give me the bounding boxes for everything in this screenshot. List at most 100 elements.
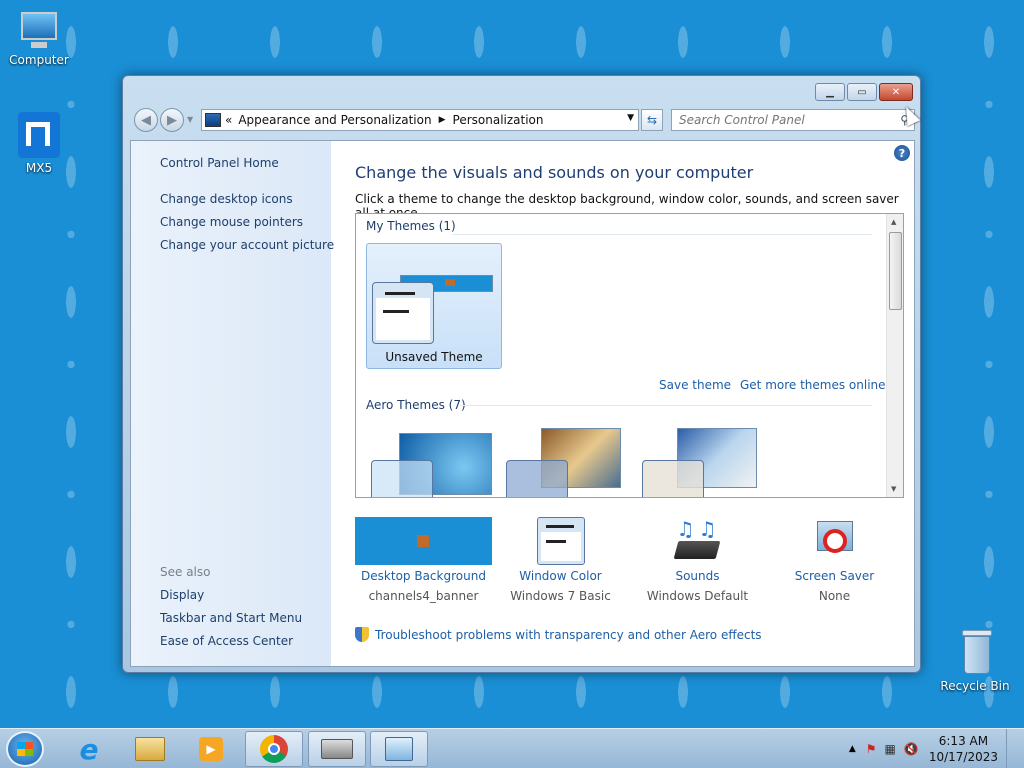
windows-logo-icon (17, 742, 33, 756)
taskbar-start-menu-link[interactable]: Taskbar and Start Menu (160, 611, 302, 625)
taskbar: e ▶ ▲ ⚑ ▦ 🔇 6:13 AM 10/17/2023 (0, 728, 1024, 768)
scroll-thumb[interactable] (889, 232, 902, 310)
address-bar[interactable]: « Appearance and Personalization ▶ Perso… (201, 109, 639, 131)
aero-theme-windows7-tile[interactable] (366, 422, 502, 497)
content-area: Control Panel Home Change desktop icons … (130, 140, 915, 667)
theme-window-preview (372, 282, 434, 344)
change-account-picture-link[interactable]: Change your account picture (160, 238, 334, 252)
aero-themes-label: Aero Themes (7) (366, 398, 466, 412)
close-icon: ✕ (891, 86, 901, 98)
desktop-icon-mx5[interactable]: MX5 (1, 112, 77, 175)
breadcrumb-personalization[interactable]: Personalization (453, 113, 544, 127)
personalization-window: ▁ ▭ ✕ ◀ ▶ ▼ « Appearance and Personaliza… (122, 75, 921, 673)
desktop-background-value: channels4_banner (368, 589, 479, 603)
window-color-label[interactable]: Window Color (492, 569, 629, 583)
recycle-bin-icon (958, 630, 992, 676)
desktop-background-item[interactable]: Desktop Background channels4_banner (355, 517, 492, 603)
clock[interactable]: 6:13 AM 10/17/2023 (929, 733, 998, 765)
desktop-icon-label: MX5 (25, 161, 53, 175)
start-button[interactable] (6, 731, 44, 767)
screen-saver-value: None (818, 589, 851, 603)
internet-explorer-icon: e (79, 732, 99, 766)
folder-icon (135, 737, 165, 761)
aero-theme-characters-tile[interactable] (637, 422, 773, 497)
troubleshoot-link[interactable]: Troubleshoot problems with transparency … (355, 627, 762, 642)
search-box[interactable]: ⚲ (671, 109, 915, 131)
action-center-icon[interactable]: ⚑ (866, 742, 877, 756)
sounds-icon: ♫ ♫ (673, 517, 723, 565)
display-link[interactable]: Display (160, 588, 204, 602)
show-desktop-button[interactable] (1006, 729, 1018, 768)
group-divider (452, 234, 872, 235)
control-panel-home-link[interactable]: Control Panel Home (160, 156, 279, 170)
arrow-right-icon: ▶ (167, 112, 177, 128)
arrow-left-icon: ◀ (141, 112, 151, 128)
sounds-label[interactable]: Sounds (629, 569, 766, 583)
theme-window-preview (371, 460, 433, 497)
ease-of-access-link[interactable]: Ease of Access Center (160, 634, 293, 648)
unsaved-theme-tile[interactable]: Unsaved Theme (366, 243, 502, 369)
computer-icon (17, 10, 61, 50)
control-panel-icon (385, 737, 413, 761)
change-desktop-icons-link[interactable]: Change desktop icons (160, 192, 293, 206)
breadcrumb-appearance[interactable]: Appearance and Personalization (238, 113, 431, 127)
taskbar-explorer[interactable] (121, 731, 179, 767)
taskbar-internet-explorer[interactable]: e (60, 731, 118, 767)
breadcrumb-separator-icon[interactable]: ▶ (439, 115, 446, 125)
change-mouse-pointers-link[interactable]: Change mouse pointers (160, 215, 303, 229)
address-chevron[interactable]: « (225, 113, 232, 127)
taskbar-control-panel[interactable] (370, 731, 428, 767)
my-themes-label: My Themes (1) (366, 219, 456, 233)
scroll-up-icon[interactable]: ▲ (891, 218, 896, 226)
window-color-icon (536, 517, 585, 565)
save-theme-link[interactable]: Save theme (659, 378, 731, 392)
chrome-icon (260, 735, 288, 763)
maximize-button[interactable]: ▭ (847, 83, 877, 101)
shield-icon (355, 627, 369, 642)
network-icon[interactable]: ▦ (885, 742, 896, 756)
main-pane: ? Change the visuals and sounds on your … (331, 141, 914, 666)
search-input[interactable] (672, 110, 882, 130)
troubleshoot-label[interactable]: Troubleshoot problems with transparency … (375, 628, 762, 642)
left-pane: Control Panel Home Change desktop icons … (131, 141, 334, 666)
help-icon[interactable]: ? (894, 145, 910, 161)
group-divider (460, 405, 872, 406)
forward-button[interactable]: ▶ (160, 108, 184, 132)
minimize-icon: ▁ (826, 86, 834, 98)
theme-window-preview (642, 460, 704, 497)
recent-pages-dropdown[interactable]: ▼ (187, 115, 193, 124)
volume-muted-icon[interactable]: 🔇 (904, 742, 919, 756)
desktop-icon-recycle-bin[interactable]: Recycle Bin (937, 630, 1013, 693)
aero-theme-architecture-tile[interactable] (501, 422, 637, 497)
get-more-themes-link[interactable]: Get more themes online (740, 378, 886, 392)
screen-saver-item[interactable]: Screen Saver None (766, 517, 903, 603)
taskbar-chrome[interactable] (245, 731, 303, 767)
screen-saver-label[interactable]: Screen Saver (766, 569, 903, 583)
sounds-item[interactable]: ♫ ♫ Sounds Windows Default (629, 517, 766, 603)
theme-list-scrollbar[interactable]: ▲ ▼ (886, 214, 903, 497)
window-color-item[interactable]: Window Color Windows 7 Basic (492, 517, 629, 603)
desktop-background-label[interactable]: Desktop Background (355, 569, 492, 583)
refresh-button[interactable]: ⇆ (641, 109, 663, 131)
desktop-icon-computer[interactable]: Computer (1, 10, 77, 67)
clock-time: 6:13 AM (938, 734, 989, 748)
screen-saver-icon (811, 517, 859, 565)
address-dropdown-icon[interactable]: ▼ (627, 113, 634, 123)
close-button[interactable]: ✕ (879, 83, 913, 101)
window-controls: ▁ ▭ ✕ (815, 83, 913, 101)
scroll-down-icon[interactable]: ▼ (891, 485, 896, 493)
control-panel-icon (205, 113, 221, 127)
minimize-button[interactable]: ▁ (815, 83, 845, 101)
taskbar-media-player[interactable]: ▶ (182, 731, 240, 767)
see-also-label: See also (160, 565, 211, 579)
mx5-icon (18, 112, 60, 158)
unsaved-theme-label: Unsaved Theme (385, 350, 483, 364)
window-color-value: Windows 7 Basic (510, 589, 611, 603)
theme-list[interactable]: My Themes (1) Unsaved Theme Save theme G… (355, 213, 904, 498)
clock-date: 10/17/2023 (928, 750, 998, 764)
show-hidden-icons-icon[interactable]: ▲ (849, 744, 856, 754)
refresh-icon: ⇆ (646, 113, 658, 127)
back-button[interactable]: ◀ (134, 108, 158, 132)
sounds-value: Windows Default (646, 589, 749, 603)
taskbar-on-screen-keyboard[interactable] (308, 731, 366, 767)
